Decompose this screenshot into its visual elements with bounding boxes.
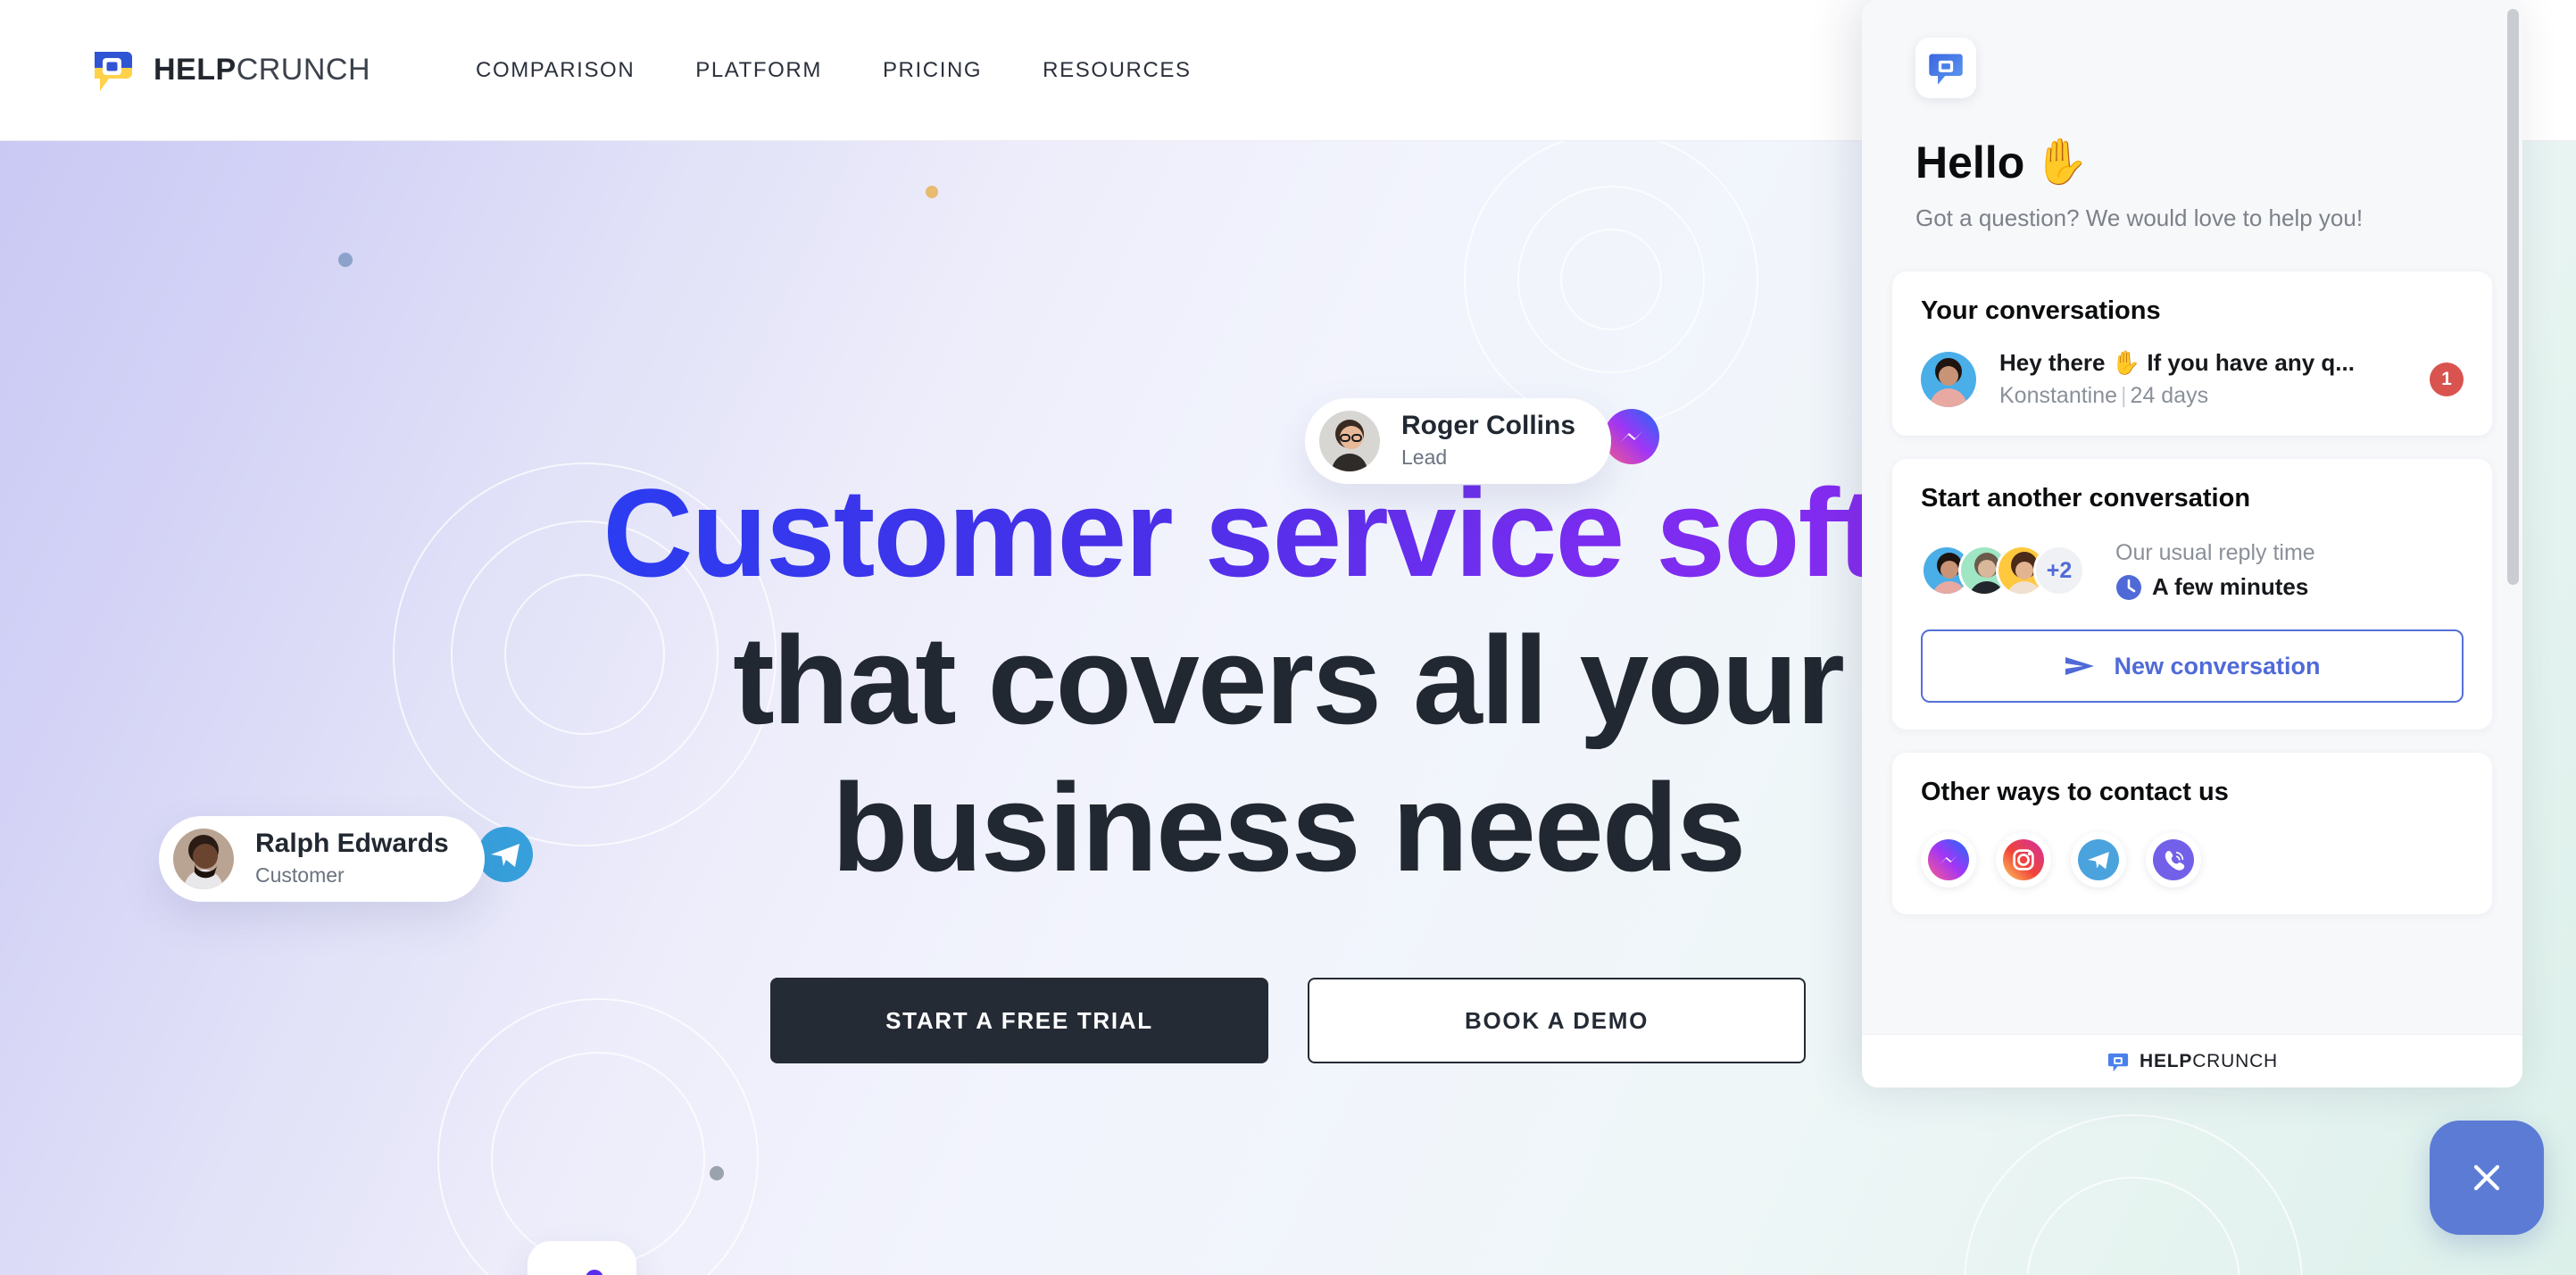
decor-dot bbox=[710, 1166, 724, 1180]
new-conversation-button[interactable]: New conversation bbox=[1921, 629, 2464, 703]
main-nav: COMPARISON PLATFORM PRICING RESOURCES bbox=[476, 58, 1192, 83]
avatar-image bbox=[1319, 411, 1380, 471]
avatar bbox=[173, 829, 234, 889]
nav-item-pricing[interactable]: PRICING bbox=[883, 58, 982, 83]
reply-time-value-row: A few minutes bbox=[2115, 573, 2315, 601]
chat-widget-header: Hello ✋ Got a question? We would love to… bbox=[1862, 0, 2522, 248]
conversation-list-item[interactable]: Hey there ✋ If you have any q... Konstan… bbox=[1921, 349, 2464, 409]
chat-widget: Hello ✋ Got a question? We would love to… bbox=[1862, 0, 2522, 1088]
messenger-icon bbox=[1604, 409, 1659, 464]
person-card-roger-collins: Roger Collins Lead bbox=[1305, 398, 1612, 484]
person-role: Lead bbox=[1401, 445, 1448, 469]
nav-item-resources[interactable]: RESOURCES bbox=[1043, 58, 1191, 83]
new-conversation-label: New conversation bbox=[2114, 652, 2321, 679]
conversation-author: Konstantine bbox=[1999, 383, 2118, 408]
social-channel-messenger[interactable] bbox=[1921, 832, 1976, 888]
brand-light: CRUNCH bbox=[236, 53, 371, 87]
widget-greeting: Hello ✋ bbox=[1915, 136, 2469, 188]
person-name: Roger Collins bbox=[1401, 411, 1576, 441]
person-card-ralph-edwards: Ralph Edwards Customer bbox=[159, 816, 485, 902]
send-icon bbox=[2065, 657, 2095, 675]
start-free-trial-button[interactable]: START A FREE TRIAL bbox=[770, 978, 1268, 1063]
your-conversations-title: Your conversations bbox=[1921, 296, 2161, 325]
widget-footer: HELPCRUNCH bbox=[1862, 1034, 2522, 1088]
conversation-preview: Hey there ✋ If you have any q... bbox=[1999, 349, 2355, 376]
brand-bold: HELP bbox=[154, 53, 237, 87]
floating-chat-tile bbox=[528, 1241, 636, 1275]
decor-ring bbox=[1964, 1114, 2303, 1275]
brand-wordmark: HELPCRUNCH bbox=[154, 53, 370, 88]
decor-ring bbox=[491, 1052, 705, 1266]
chat-bubble-icon bbox=[586, 1270, 603, 1275]
agents-row: +2 Our usual reply time A few minutes bbox=[1921, 540, 2464, 601]
social-channel-telegram[interactable] bbox=[2071, 832, 2126, 888]
channel-badge-messenger[interactable] bbox=[1604, 409, 1659, 464]
decor-dot bbox=[926, 186, 938, 198]
agent-avatar-stack: +2 bbox=[1921, 545, 2085, 596]
decor-ring bbox=[1464, 141, 1758, 427]
widget-greeting-text: Hello bbox=[1915, 137, 2025, 188]
social-channel-instagram[interactable] bbox=[1996, 832, 2051, 888]
conversation-time: 24 days bbox=[2130, 383, 2209, 408]
avatar-image bbox=[1921, 351, 1976, 407]
clock-icon bbox=[2116, 574, 2141, 600]
close-icon bbox=[2473, 1164, 2500, 1191]
person-name: Ralph Edwards bbox=[255, 829, 449, 859]
decor-ring bbox=[2026, 1177, 2240, 1275]
messenger-icon bbox=[1928, 839, 1969, 880]
helpcrunch-chat-icon bbox=[1929, 54, 1963, 85]
telegram-icon bbox=[478, 827, 533, 882]
social-channel-viber[interactable] bbox=[2146, 832, 2201, 888]
viber-icon bbox=[2153, 839, 2194, 880]
chat-widget-scroll-area[interactable]: Hello ✋ Got a question? We would love to… bbox=[1862, 0, 2522, 1034]
page-root: HELPCRUNCH COMPARISON PLATFORM PRICING R… bbox=[0, 0, 2576, 1275]
avatar bbox=[1921, 351, 1976, 407]
widget-logo-tile bbox=[1915, 38, 1976, 98]
avatar bbox=[1319, 411, 1380, 471]
social-channels-row bbox=[1921, 832, 2464, 888]
helpcrunch-logo-icon bbox=[95, 51, 132, 91]
conversation-meta: Konstantine | 24 days bbox=[1999, 383, 2406, 409]
book-a-demo-button[interactable]: BOOK A DEMO bbox=[1308, 978, 1806, 1063]
other-ways-card: Other ways to contact us bbox=[1892, 753, 2492, 914]
your-conversations-card: Your conversations Hey there ✋ If you ha… bbox=[1892, 271, 2492, 436]
nav-item-comparison[interactable]: COMPARISON bbox=[476, 58, 635, 83]
wave-hand-icon: ✋ bbox=[2033, 137, 2090, 187]
decor-dot bbox=[338, 253, 353, 267]
conversation-body: Hey there ✋ If you have any q... Konstan… bbox=[1999, 349, 2406, 409]
person-role: Customer bbox=[255, 862, 345, 887]
decor-ring bbox=[1560, 229, 1662, 330]
unread-badge: 1 bbox=[2430, 362, 2464, 396]
widget-footer-wordmark: HELPCRUNCH bbox=[2140, 1051, 2278, 1072]
instagram-icon bbox=[2003, 839, 2044, 880]
widget-subtitle: Got a question? We would love to help yo… bbox=[1915, 204, 2364, 231]
other-ways-title: Other ways to contact us bbox=[1921, 778, 2229, 806]
avatar-image bbox=[173, 829, 234, 889]
start-another-conversation-card: Start another conversation +2 Our usual … bbox=[1892, 459, 2492, 729]
reply-time-block: Our usual reply time A few minutes bbox=[2115, 540, 2315, 601]
reply-time-label: Our usual reply time bbox=[2115, 540, 2315, 565]
start-another-title: Start another conversation bbox=[1921, 484, 2251, 512]
widget-close-launcher-button[interactable] bbox=[2430, 1121, 2544, 1235]
footer-brand-bold: HELP bbox=[2139, 1050, 2193, 1071]
reply-time-value: A few minutes bbox=[2152, 573, 2309, 600]
widget-scrollbar[interactable] bbox=[2507, 9, 2519, 585]
headline-line-1: Customer service softw bbox=[602, 459, 1974, 606]
meta-separator: | bbox=[2121, 383, 2127, 408]
brand-logo[interactable]: HELPCRUNCH bbox=[89, 46, 370, 95]
more-agents-count: +2 bbox=[2033, 545, 2085, 596]
decor-ring bbox=[1517, 186, 1705, 373]
channel-badge-telegram[interactable] bbox=[478, 827, 533, 882]
nav-item-platform[interactable]: PLATFORM bbox=[695, 58, 822, 83]
telegram-icon bbox=[2078, 839, 2119, 880]
helpcrunch-footer-icon bbox=[2107, 1053, 2129, 1071]
footer-brand-light: CRUNCH bbox=[2192, 1050, 2278, 1071]
